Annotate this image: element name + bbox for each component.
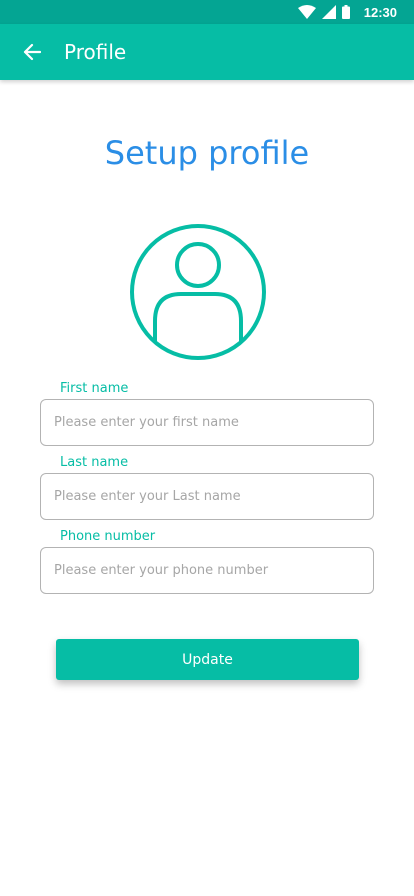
last-name-input[interactable] [40, 473, 374, 520]
status-time: 12:30 [363, 4, 397, 20]
battery-icon [341, 5, 350, 19]
last-name-label: Last name [60, 455, 129, 470]
setup-profile-heading: Setup profile [104, 134, 310, 172]
page-title: Profile [64, 40, 127, 64]
first-name-input[interactable] [40, 399, 374, 446]
phone-number-label: Phone number [60, 529, 156, 544]
update-button[interactable]: Update [56, 639, 359, 680]
back-button[interactable] [12, 32, 52, 72]
first-name-label: First name [60, 381, 129, 396]
status-bar: 12:30 [0, 0, 414, 24]
app-bar: Profile [0, 24, 414, 80]
cellular-signal-icon [321, 5, 336, 19]
user-avatar-icon[interactable] [129, 223, 267, 361]
arrow-left-icon [23, 43, 41, 61]
phone-number-input[interactable] [40, 547, 374, 594]
wifi-icon [297, 5, 316, 19]
